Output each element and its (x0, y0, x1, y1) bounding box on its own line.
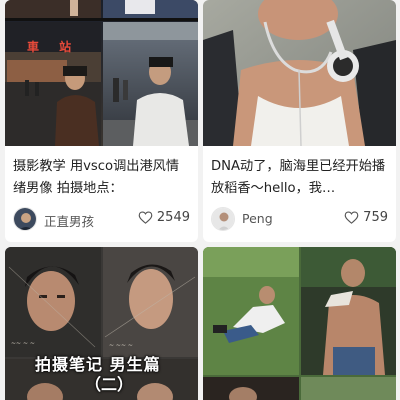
author-name[interactable]: 正直男孩 (44, 211, 94, 230)
note-cover-image[interactable]: 車 站 (5, 0, 198, 146)
like-count: 2549 (156, 210, 190, 225)
avatar[interactable] (13, 207, 37, 231)
like-count: 759 (363, 210, 388, 225)
svg-text:~~ ~ ~: ~~ ~ ~ (11, 340, 35, 347)
author-name[interactable]: Peng (242, 211, 273, 226)
note-title[interactable]: DNA动了，脑海里已经开始播放稻香～hello，我… (211, 156, 388, 200)
heart-outline-icon (344, 211, 359, 224)
like-button[interactable]: 759 (344, 210, 388, 225)
note-cover-image[interactable]: ~~ ~ ~ ~ ~~ ~ 拍摄笔记 男生篇 （二） (5, 247, 198, 400)
cover-station-sign: 車 站 (27, 40, 80, 54)
cover-overlay-subtitle: （二） (85, 375, 134, 394)
note-meta: Peng 759 (211, 207, 388, 233)
note-cover-image[interactable] (203, 0, 396, 146)
note-card[interactable]: 車 站 摄影教学 用vsco调出港风情绪男像 拍摄地点： 正直男孩 2549 (5, 0, 198, 242)
note-title[interactable]: 摄影教学 用vsco调出港风情绪男像 拍摄地点： (13, 156, 190, 200)
svg-text:~ ~~ ~: ~ ~~ ~ (109, 342, 133, 349)
like-button[interactable]: 2549 (138, 210, 190, 225)
note-card[interactable]: ~~ ~ ~ ~ ~~ ~ 拍摄笔记 男生篇 （二） (5, 247, 198, 400)
heart-outline-icon (138, 211, 153, 224)
avatar[interactable] (211, 207, 235, 231)
notes-feed: 車 站 摄影教学 用vsco调出港风情绪男像 拍摄地点： 正直男孩 2549 D… (0, 0, 400, 400)
note-cover-image[interactable] (203, 247, 396, 400)
note-card[interactable] (203, 247, 396, 400)
note-meta: 正直男孩 2549 (13, 207, 190, 233)
note-card[interactable]: DNA动了，脑海里已经开始播放稻香～hello，我… Peng 759 (203, 0, 396, 242)
